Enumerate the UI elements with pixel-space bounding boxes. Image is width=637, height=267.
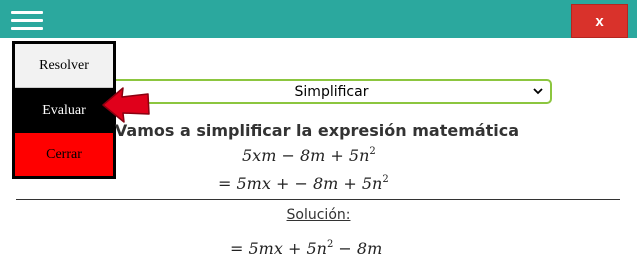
page-heading: Vamos a simplificar la expresión matemát…	[114, 121, 520, 140]
chevron-down-icon	[532, 85, 544, 100]
menu-item-resolver[interactable]: Resolver	[15, 44, 113, 88]
expression-line-1: 5xm − 8m + 5n2	[242, 146, 376, 165]
close-button[interactable]: x	[571, 4, 628, 38]
top-bar: x	[0, 0, 637, 38]
hamburger-menu-icon[interactable]	[11, 11, 43, 33]
expression-line-2: = 5mx + − 8m + 5n2	[218, 174, 389, 193]
operation-select-value: Simplificar	[294, 83, 369, 100]
solution-label: Solución:	[286, 207, 351, 223]
solution-expression: = 5mx + 5n2 − 8m	[230, 239, 383, 258]
operation-select[interactable]: Simplificar	[111, 79, 552, 104]
divider	[16, 199, 620, 200]
